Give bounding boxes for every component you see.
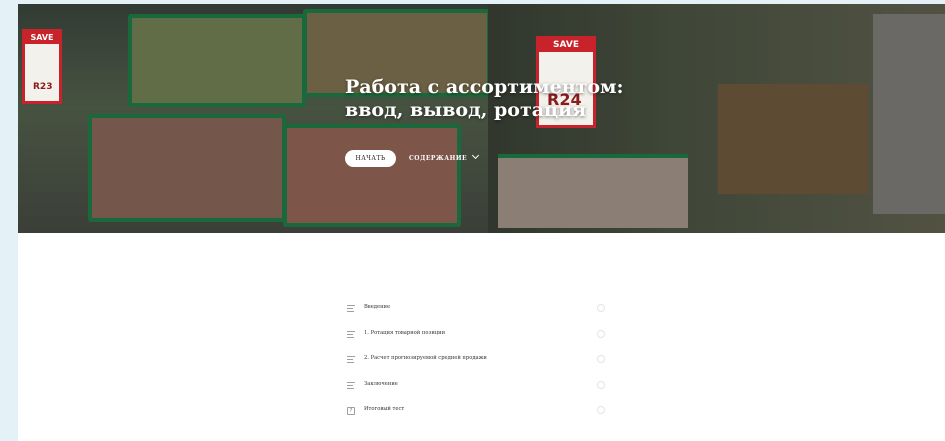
lines-icon	[347, 330, 355, 339]
start-button[interactable]: НАЧАТЬ	[345, 150, 396, 167]
progress-circle-icon	[597, 380, 605, 389]
quiz-icon: ?	[347, 407, 355, 415]
sale-sign-price: R23	[33, 82, 53, 92]
lesson-list: Введение 1. Ротация товарной позиции 2. …	[345, 299, 607, 427]
sale-sign-left: SAVE R23	[22, 29, 62, 104]
lesson-item[interactable]: 2. Расчет прогнозируемой средней продажи	[345, 350, 607, 376]
contents-dropdown[interactable]: СОДЕРЖАНИЕ	[409, 150, 480, 167]
lesson-label: Заключение	[364, 380, 398, 387]
contents-label: СОДЕРЖАНИЕ	[409, 155, 468, 162]
progress-circle-icon	[597, 355, 605, 363]
course-page: SAVE R23 SAVE R24 Работа с ассортиментом…	[18, 4, 945, 441]
chevron-down-icon	[472, 151, 480, 160]
lesson-item[interactable]: Заключение	[345, 376, 607, 402]
course-title: Работа с ассортиментом: ввод, вывод, рот…	[345, 76, 645, 122]
lines-icon	[347, 305, 355, 313]
progress-circle-icon	[597, 304, 605, 312]
sale-sign-heading: SAVE	[539, 39, 593, 52]
lesson-label: Введение	[364, 304, 391, 310]
lesson-label: Итоговый тест	[364, 406, 405, 412]
lesson-item[interactable]: 1. Ротация товарной позиции	[345, 325, 607, 351]
lesson-label: 1. Ротация товарной позиции	[364, 329, 446, 336]
lesson-item[interactable]: Введение	[345, 299, 607, 325]
course-title-line-2: ввод, вывод, ротация	[345, 99, 587, 121]
progress-circle-icon	[597, 329, 605, 338]
lines-icon	[347, 356, 355, 364]
hero-banner: SAVE R23 SAVE R24 Работа с ассортиментом…	[18, 4, 945, 233]
progress-circle-icon	[597, 406, 605, 414]
course-title-line-1: Работа с ассортиментом:	[345, 76, 624, 98]
sale-sign-heading: SAVE	[25, 32, 59, 44]
lesson-item[interactable]: ? Итоговый тест	[345, 401, 607, 427]
lines-icon	[347, 381, 355, 390]
lesson-label: 2. Расчет прогнозируемой средней продажи	[364, 355, 487, 361]
